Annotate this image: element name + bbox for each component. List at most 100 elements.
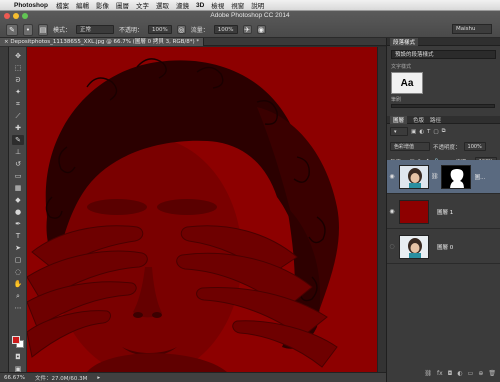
mode-select[interactable]: 正常 [76,25,115,34]
crop-tool-icon[interactable]: ⌗ [12,99,24,109]
mask-thumb-graphic [449,168,464,188]
tab-layers[interactable]: 圖層 [390,115,408,124]
vertical-scrollbar[interactable] [377,47,386,372]
layer-row-top[interactable]: ◉ ⛓ 圖... [387,160,500,194]
paragraph-style-panel-header: 段落樣式 [387,37,500,46]
airbrush-icon[interactable]: ✈ [242,25,252,34]
move-tool-icon[interactable]: ✥ [12,51,24,61]
zoom-tool-icon[interactable]: ⌕ [12,291,24,301]
layer-thumbnail [399,164,429,189]
menu-filter[interactable]: 濾鏡 [176,0,189,10]
eraser-tool-icon[interactable]: ▭ [12,171,24,181]
layer-name[interactable]: 圖層 0 [437,243,453,251]
brush-panel-icon[interactable]: ▤ [38,23,48,36]
layer-opacity-input[interactable]: 100% [463,142,486,151]
canvas-image[interactable] [27,47,377,372]
link-layers-icon[interactable]: ⛓ [424,370,432,377]
layer-mask-thumbnail[interactable] [440,164,471,189]
toolbar: ✥ ⬚ ᘐ ✦ ⌗ ⟋ ✚ ✎ ⊥ ↺ ▭ ▦ ◆ ● ✒ T ➤ ▢ ◌ ✋ … [9,47,27,373]
photo-illustration [27,58,339,372]
blend-row: 色彩增值 不透明度： 100% [387,139,500,154]
foreground-color-swatch[interactable] [12,336,20,344]
document-tab[interactable]: × Depositphotos_11138655_XXL.jpg @ 66.7%… [0,38,205,46]
healing-tool-icon[interactable]: ✚ [12,123,24,133]
flow-label: 流量： [190,27,209,34]
file-info[interactable]: 文件：27.0M/60.3M [35,374,87,382]
preset-style-select[interactable]: 預設的段落樣式 [391,50,496,59]
tab-paths[interactable]: 路徑 [430,116,441,124]
opacity-label: 不透明： [119,27,144,34]
layers-panel-header: 圖層 色版 路徑 [387,115,500,124]
path-select-tool-icon[interactable]: ➤ [12,243,24,253]
eyedropper-tool-icon[interactable]: ⟋ [12,111,24,121]
type-tool-icon[interactable]: T [12,231,24,241]
menu-layer[interactable]: 圖層 [116,0,129,10]
menu-edit[interactable]: 編輯 [76,0,89,10]
fx-icon[interactable]: fx [437,370,443,377]
brush-label: 筆刷 [391,97,402,103]
menu-3d[interactable]: 3D [196,2,204,9]
layer-row-middle[interactable]: ◉ 圖層 1 [387,195,500,229]
layer-name[interactable]: 圖層 1 [437,208,453,216]
filter-smart-icon[interactable]: ⧉ [442,128,446,135]
layer-name[interactable]: 圖... [475,173,486,181]
menu-image[interactable]: 影像 [96,0,109,10]
visibility-eye-icon[interactable]: ◉ [387,208,397,215]
adjustment-icon[interactable]: ◐ [457,370,462,377]
left-ruler [0,47,9,372]
gradient-tool-icon[interactable]: ▦ [12,183,24,193]
visibility-eye-icon[interactable]: ○ [387,243,397,250]
zoom-level[interactable]: 66.67% [4,375,25,381]
text-sample-preview[interactable]: Aa [391,72,423,94]
menu-select[interactable]: 選取 [156,0,169,10]
trash-icon[interactable]: 🗑 [488,370,496,377]
layer-kind-filter[interactable]: ▾ [390,127,408,136]
shape-tool-icon[interactable]: ▢ [12,255,24,265]
blend-mode-select[interactable]: 色彩增值 [390,142,430,151]
3d-tool-icon[interactable]: ◌ [12,267,24,277]
history-brush-tool-icon[interactable]: ↺ [12,159,24,169]
status-arrow-icon[interactable]: ▸ [97,375,100,381]
visibility-eye-icon[interactable]: ◉ [387,173,397,180]
workspace-select[interactable]: Maishu [452,24,492,34]
menu-window[interactable]: 視窗 [231,0,244,10]
brush-slider[interactable] [391,104,495,108]
document-tab-label: Depositphotos_11138655_XXL.jpg @ 66.7% (… [10,39,200,45]
pen-tool-icon[interactable]: ✒ [12,219,24,229]
tab-channels[interactable]: 色版 [413,116,424,124]
pressure-size-icon[interactable]: ◉ [256,25,266,34]
app-menu[interactable]: Photoshop [14,2,48,9]
dodge-tool-icon[interactable]: ● [12,207,24,217]
pressure-opacity-icon[interactable]: ◎ [176,25,186,34]
menu-file[interactable]: 檔案 [56,0,69,10]
add-mask-icon[interactable]: ◘ [448,370,453,377]
brush-tool-preset-icon[interactable]: ✎ [6,23,18,36]
flow-input[interactable]: 100% [213,25,238,34]
filter-type-icon[interactable]: T [427,129,430,135]
menu-help[interactable]: 說明 [251,0,264,10]
filter-image-icon[interactable]: ▣ [411,129,416,135]
extra-tools-icon[interactable]: ⋯ [12,303,24,313]
blur-tool-icon[interactable]: ◆ [12,195,24,205]
window-title: Adobe Photoshop CC 2014 [210,12,290,19]
brush-size-icon[interactable]: • [23,23,33,36]
brush-tool-icon[interactable]: ✎ [12,135,24,145]
menu-type[interactable]: 文字 [136,0,149,10]
marquee-tool-icon[interactable]: ⬚ [12,63,24,73]
tab-paragraph-styles[interactable]: 段落樣式 [390,37,419,46]
group-icon[interactable]: ▭ [468,370,474,377]
new-layer-icon[interactable]: ⊕ [478,370,483,377]
girl-thumb-graphic [408,237,422,258]
mask-link-icon[interactable]: ⛓ [431,173,439,180]
menu-view[interactable]: 檢視 [211,0,224,10]
hand-tool-icon[interactable]: ✋ [12,279,24,289]
clone-stamp-tool-icon[interactable]: ⊥ [12,147,24,157]
filter-shape-icon[interactable]: ▢ [433,129,438,135]
girl-thumb-graphic [408,167,422,188]
quick-select-tool-icon[interactable]: ✦ [12,87,24,97]
quick-mask-icon[interactable]: ◘ [12,352,24,362]
opacity-input[interactable]: 100% [148,25,172,34]
filter-adjust-icon[interactable]: ◐ [419,129,424,135]
lasso-tool-icon[interactable]: ᘐ [12,75,24,85]
layer-row-bottom[interactable]: ○ 圖層 0 [387,230,500,264]
